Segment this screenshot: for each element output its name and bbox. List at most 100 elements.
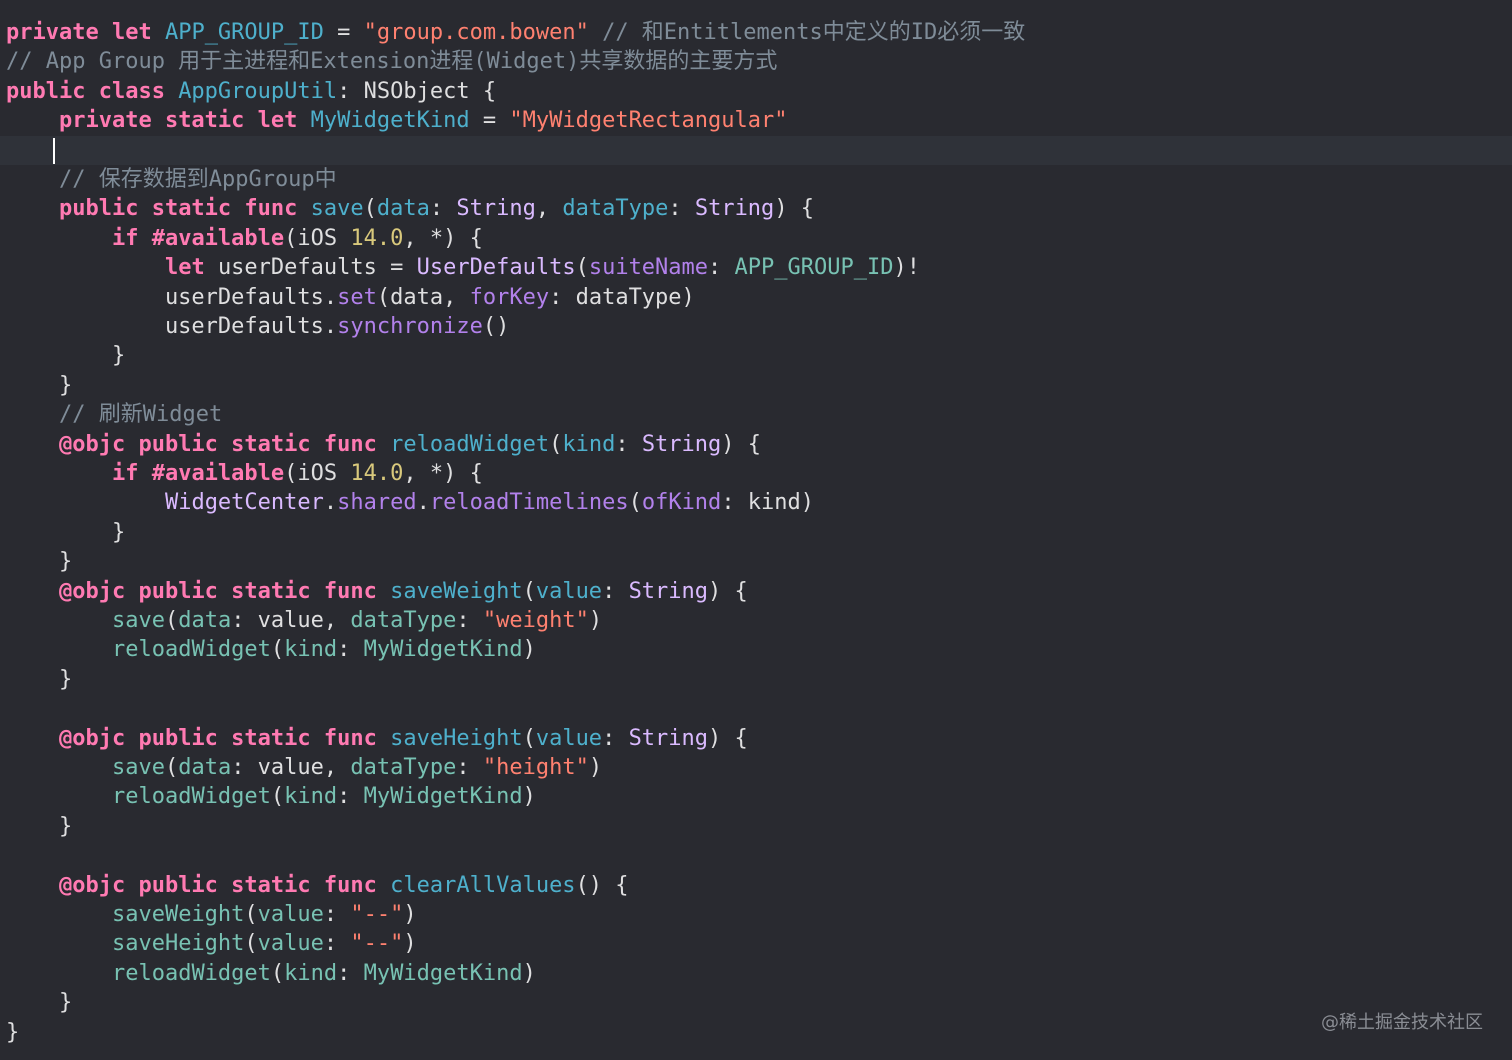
code-token: APP_GROUP_ID — [734, 255, 894, 281]
code-line[interactable]: @objc public static func saveHeight(valu… — [6, 724, 748, 753]
code-token: } — [6, 549, 73, 575]
code-line[interactable]: reloadWidget(kind: MyWidgetKind) — [6, 635, 536, 664]
current-line[interactable] — [0, 135, 1512, 165]
code-token: MyWidgetKind — [363, 960, 523, 986]
code-token: , *) { — [403, 461, 483, 486]
code-line[interactable]: // 保存数据到AppGroup中 — [6, 165, 337, 194]
code-line[interactable]: private let APP_GROUP_ID = "group.com.bo… — [6, 18, 1025, 47]
code-line[interactable]: @objc public static func saveWeight(valu… — [6, 577, 748, 606]
code-token: , *) { — [403, 225, 483, 251]
code-line[interactable]: } — [6, 547, 72, 576]
code-token: value — [257, 902, 324, 927]
code-token: data — [178, 755, 232, 780]
code-line[interactable]: let userDefaults = UserDefaults(suiteNam… — [6, 253, 920, 282]
code-line[interactable]: userDefaults.set(data, forKey: dataType) — [6, 283, 695, 312]
code-token: "weight" — [482, 608, 589, 633]
code-line[interactable]: } — [6, 341, 125, 370]
code-token: // 保存数据到AppGroup中 — [6, 167, 337, 192]
code-token: ) — [522, 637, 536, 663]
code-token: ( — [363, 196, 377, 222]
code-token: ) { — [708, 578, 748, 604]
code-token: : NSObject { — [337, 78, 497, 104]
code-token: ) — [522, 784, 536, 810]
code-token: : — [456, 608, 483, 633]
code-token: saveWeight — [111, 902, 245, 927]
code-token: ( — [164, 755, 179, 780]
code-token: : — [323, 931, 351, 957]
code-token: dataType — [350, 608, 457, 633]
code-token: : — [602, 578, 629, 604]
code-token: } — [6, 519, 126, 545]
code-token: )! — [893, 255, 921, 281]
code-token: userDefaults = — [217, 255, 417, 281]
code-line[interactable]: } — [6, 812, 72, 841]
code-token: saveHeight — [111, 931, 245, 957]
text-cursor — [53, 137, 55, 164]
code-line[interactable]: // App Group 用于主进程和Extension进程(Widget)共享… — [6, 47, 777, 76]
code-line[interactable]: if #available(iOS 14.0, *) { — [6, 459, 483, 488]
code-token: : value, — [231, 608, 351, 633]
code-line[interactable]: // 刷新Widget — [6, 400, 222, 429]
code-line[interactable]: } — [6, 988, 72, 1017]
code-token: (iOS — [284, 225, 351, 251]
code-token: reloadTimelines — [429, 490, 629, 516]
code-token: @objc public static func — [58, 578, 391, 604]
code-token: kind — [284, 960, 338, 986]
code-token: UserDefaults — [416, 255, 576, 281]
code-line[interactable]: } — [6, 665, 72, 694]
code-token: shared — [337, 490, 417, 516]
code-token: WidgetCenter — [164, 490, 324, 516]
code-token: userDefaults. — [6, 284, 338, 310]
code-token: String — [456, 196, 536, 222]
code-token: : — [337, 960, 364, 986]
code-token: : — [668, 196, 695, 222]
code-token: reloadWidget — [390, 431, 550, 457]
code-line[interactable]: save(data: value, dataType: "weight") — [6, 606, 602, 635]
code-token: String — [694, 196, 775, 222]
code-line[interactable]: reloadWidget(kind: MyWidgetKind) — [6, 782, 536, 811]
code-editor[interactable]: private let APP_GROUP_ID = "group.com.bo… — [0, 0, 1512, 1060]
code-token: : value, — [231, 755, 351, 780]
code-token: let — [164, 255, 218, 281]
code-token: : — [708, 255, 735, 281]
code-line[interactable]: userDefaults.synchronize() — [6, 312, 509, 341]
code-line[interactable]: } — [6, 1018, 19, 1047]
code-token: "height" — [482, 755, 589, 780]
code-token: : — [456, 755, 483, 780]
code-line[interactable]: saveWeight(value: "--") — [6, 900, 417, 929]
code-line[interactable]: saveHeight(value: "--") — [6, 929, 417, 958]
code-token: ) — [522, 960, 536, 986]
code-token: saveWeight — [390, 578, 523, 604]
code-token: @objc public static func — [58, 725, 391, 751]
code-line[interactable]: reloadWidget(kind: MyWidgetKind) — [6, 959, 536, 988]
code-line[interactable]: private static let MyWidgetKind = "MyWid… — [6, 106, 788, 135]
code-token: : — [602, 725, 629, 751]
code-line[interactable]: public static func save(data: String, da… — [6, 194, 814, 223]
code-line[interactable]: public class AppGroupUtil: NSObject { — [6, 77, 496, 106]
code-token: () { — [575, 872, 629, 898]
code-line[interactable]: } — [6, 371, 72, 400]
code-line[interactable]: } — [6, 518, 125, 547]
code-line[interactable]: WidgetCenter.shared.reloadTimelines(ofKi… — [6, 488, 814, 517]
code-token: String — [628, 725, 709, 751]
code-line[interactable]: @objc public static func clearAllValues(… — [6, 871, 629, 900]
code-line[interactable]: if #available(iOS 14.0, *) { — [6, 224, 483, 253]
code-token: } — [6, 343, 126, 369]
code-line[interactable]: @objc public static func reloadWidget(ki… — [6, 430, 761, 459]
code-token: @objc public static func — [58, 431, 391, 457]
code-token: ) { — [774, 196, 815, 222]
code-line[interactable]: save(data: value, dataType: "height") — [6, 753, 602, 782]
code-token: ( — [628, 490, 642, 516]
code-token: (data, — [376, 284, 470, 310]
code-token: saveHeight — [390, 725, 523, 751]
code-token: (iOS — [284, 461, 351, 486]
